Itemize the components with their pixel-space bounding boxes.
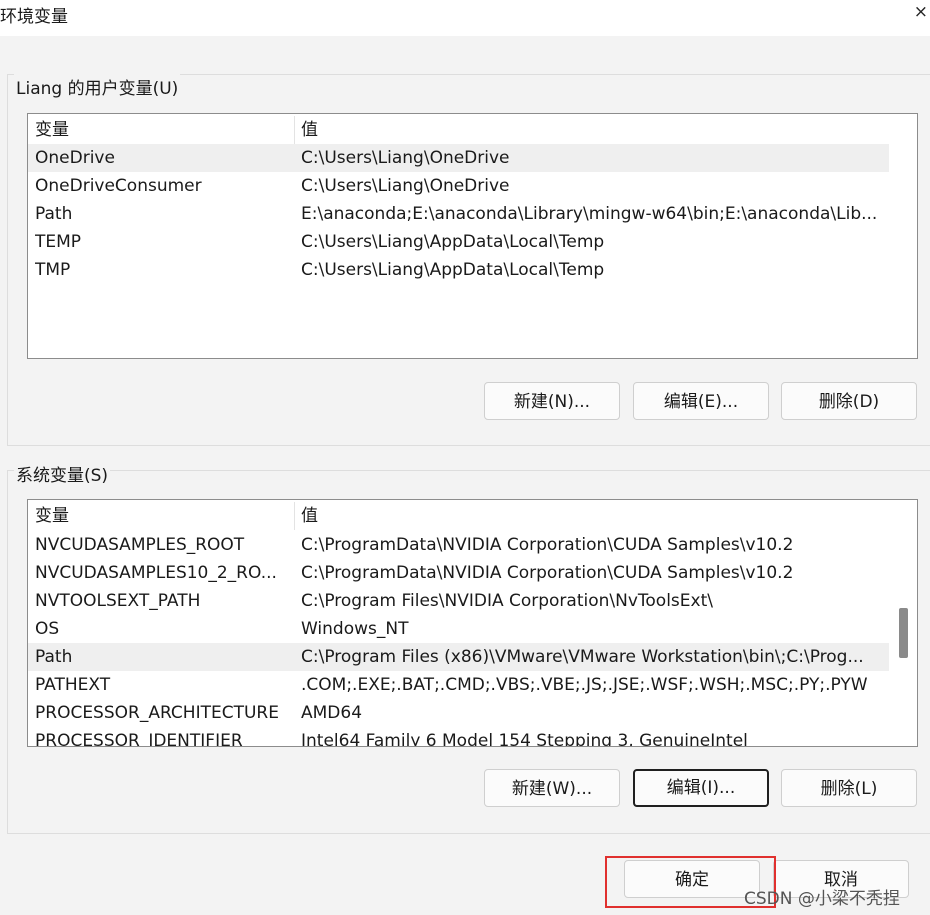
variable-value: Intel64 Family 6 Model 154 Stepping 3, G…	[301, 731, 748, 747]
user-variables-label: Liang 的用户变量(U)	[14, 74, 181, 99]
variable-name: PROCESSOR_IDENTIFIER	[35, 731, 243, 747]
system-variables-list[interactable]: 变量 值 NVCUDASAMPLES_ROOT C:\ProgramData\N…	[27, 499, 918, 747]
table-row[interactable]: PROCESSOR_IDENTIFIER Intel64 Family 6 Mo…	[28, 727, 889, 747]
variable-name: TEMP	[35, 232, 82, 252]
variable-name: NVCUDASAMPLES_ROOT	[35, 535, 245, 555]
user-delete-button[interactable]: 删除(D)	[781, 382, 917, 420]
table-row[interactable]: NVTOOLSEXT_PATH C:\Program Files\NVIDIA …	[28, 587, 889, 615]
table-row[interactable]: OS Windows_NT	[28, 615, 889, 643]
system-delete-button[interactable]: 删除(L)	[781, 769, 917, 807]
variable-value: C:\Users\Liang\AppData\Local\Temp	[301, 260, 605, 280]
variable-name: OneDrive	[35, 148, 115, 168]
vertical-scrollbar[interactable]	[890, 500, 916, 746]
table-row[interactable]: Path C:\Program Files (x86)\VMware\VMwar…	[28, 643, 889, 671]
variable-name: OS	[35, 619, 60, 639]
table-row[interactable]: NVCUDASAMPLES_ROOT C:\ProgramData\NVIDIA…	[28, 531, 889, 559]
variable-value: C:\ProgramData\NVIDIA Corporation\CUDA S…	[301, 563, 794, 583]
scrollbar-thumb[interactable]	[899, 608, 908, 658]
variable-value: C:\Users\Liang\OneDrive	[301, 148, 510, 168]
variable-name: PATHEXT	[35, 675, 111, 695]
table-row[interactable]: OneDrive C:\Users\Liang\OneDrive	[28, 144, 889, 172]
column-header-value[interactable]: 值	[301, 116, 883, 144]
variable-value: E:\anaconda;E:\anaconda\Library\mingw-w6…	[301, 204, 878, 224]
user-variables-list[interactable]: 变量 值 OneDrive C:\Users\Liang\OneDrive On…	[27, 113, 918, 359]
table-row[interactable]: TEMP C:\Users\Liang\AppData\Local\Temp	[28, 228, 889, 256]
window-title: 环境变量	[0, 7, 68, 27]
variable-name: Path	[35, 204, 73, 224]
system-variables-label: 系统变量(S)	[14, 461, 111, 486]
column-header-variable[interactable]: 变量	[35, 502, 290, 530]
title-bar: 环境变量 ×	[0, 0, 930, 36]
user-edit-button[interactable]: 编辑(E)...	[633, 382, 769, 420]
variable-name: NVTOOLSEXT_PATH	[35, 591, 201, 611]
list-header: 变量 值	[28, 502, 889, 530]
variable-name: NVCUDASAMPLES10_2_RO...	[35, 563, 277, 583]
variable-value: Windows_NT	[301, 619, 409, 639]
variable-value: C:\Program Files\NVIDIA Corporation\NvTo…	[301, 591, 713, 611]
table-row[interactable]: PROCESSOR_ARCHITECTURE AMD64	[28, 699, 889, 727]
column-header-variable[interactable]: 变量	[35, 116, 290, 144]
variable-value: C:\ProgramData\NVIDIA Corporation\CUDA S…	[301, 535, 794, 555]
column-divider[interactable]	[294, 116, 295, 144]
table-row[interactable]: NVCUDASAMPLES10_2_RO... C:\ProgramData\N…	[28, 559, 889, 587]
list-header: 变量 值	[28, 116, 889, 144]
variable-value: .COM;.EXE;.BAT;.CMD;.VBS;.VBE;.JS;.JSE;.…	[301, 675, 868, 695]
variable-value: C:\Users\Liang\OneDrive	[301, 176, 510, 196]
table-row[interactable]: OneDriveConsumer C:\Users\Liang\OneDrive	[28, 172, 889, 200]
table-row[interactable]: PATHEXT .COM;.EXE;.BAT;.CMD;.VBS;.VBE;.J…	[28, 671, 889, 699]
variable-name: OneDriveConsumer	[35, 176, 202, 196]
user-new-button[interactable]: 新建(N)...	[484, 382, 620, 420]
watermark: CSDN @小梁不秃捏	[744, 889, 900, 909]
table-row[interactable]: TMP C:\Users\Liang\AppData\Local\Temp	[28, 256, 889, 284]
variable-value: C:\Program Files (x86)\VMware\VMware Wor…	[301, 647, 864, 667]
variable-value: AMD64	[301, 703, 363, 723]
system-new-button[interactable]: 新建(W)...	[484, 769, 620, 807]
table-row[interactable]: Path E:\anaconda;E:\anaconda\Library\min…	[28, 200, 889, 228]
variable-name: Path	[35, 647, 73, 667]
variable-value: C:\Users\Liang\AppData\Local\Temp	[301, 232, 605, 252]
variable-name: TMP	[35, 260, 71, 280]
close-icon[interactable]: ×	[914, 2, 928, 22]
column-divider[interactable]	[294, 502, 295, 530]
column-header-value[interactable]: 值	[301, 502, 883, 530]
variable-name: PROCESSOR_ARCHITECTURE	[35, 703, 279, 723]
system-edit-button[interactable]: 编辑(I)...	[633, 769, 769, 807]
